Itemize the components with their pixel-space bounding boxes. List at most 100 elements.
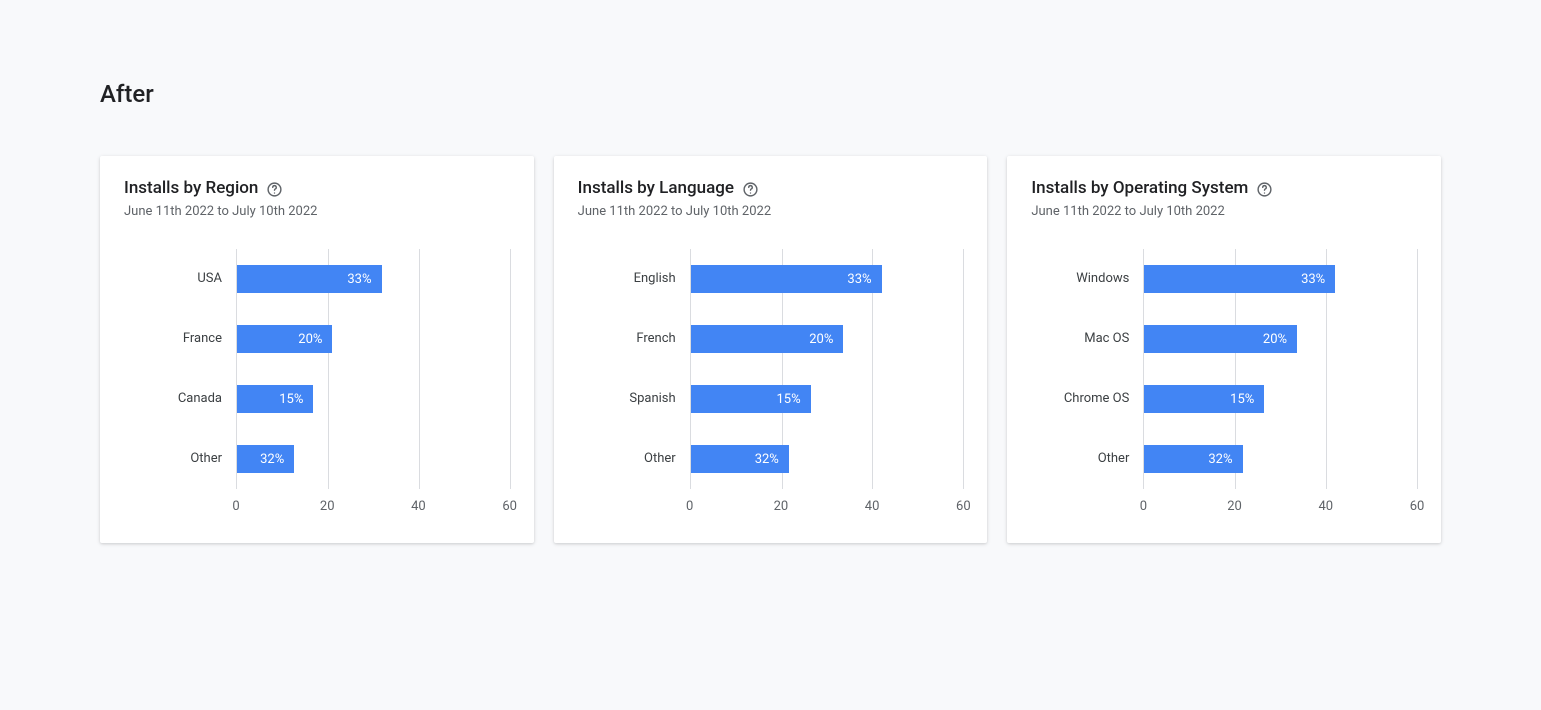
x-tick: 20 bbox=[1227, 499, 1242, 514]
x-tick: 20 bbox=[320, 499, 335, 514]
x-axis: 0 20 40 60 bbox=[578, 499, 964, 517]
y-label: Mac OS bbox=[1031, 325, 1143, 353]
y-label: France bbox=[124, 325, 236, 353]
bar: 32% bbox=[237, 445, 294, 473]
card-language: Installs by Language June 11th 2022 to J… bbox=[554, 156, 988, 543]
y-label: Spanish bbox=[578, 385, 690, 413]
x-spacer bbox=[1031, 499, 1143, 517]
bars: 33% 20% 15% 32% bbox=[691, 249, 964, 489]
y-label: Canada bbox=[124, 385, 236, 413]
x-axis: 0 20 40 60 bbox=[124, 499, 510, 517]
bars: 33% 20% 15% 32% bbox=[237, 249, 510, 489]
x-tick: 60 bbox=[1410, 499, 1425, 514]
table-row: 15% bbox=[237, 385, 510, 413]
y-label: Windows bbox=[1031, 265, 1143, 293]
bar: 33% bbox=[237, 265, 382, 293]
y-label: English bbox=[578, 265, 690, 293]
card-subtitle: June 11th 2022 to July 10th 2022 bbox=[1031, 204, 1417, 219]
chart-language: English French Spanish Other 33% 20% 15%… bbox=[578, 249, 964, 489]
bar: 20% bbox=[237, 325, 332, 353]
bar: 15% bbox=[691, 385, 811, 413]
x-tick: 40 bbox=[865, 499, 880, 514]
y-label: USA bbox=[124, 265, 236, 293]
help-icon[interactable] bbox=[1256, 181, 1273, 198]
y-label: Other bbox=[1031, 445, 1143, 473]
card-title: Installs by Operating System bbox=[1031, 178, 1248, 198]
table-row: 20% bbox=[237, 325, 510, 353]
bar-value: 33% bbox=[847, 272, 871, 287]
x-tick: 0 bbox=[232, 499, 239, 514]
table-row: 20% bbox=[691, 325, 964, 353]
card-title: Installs by Region bbox=[124, 178, 258, 198]
card-subtitle: June 11th 2022 to July 10th 2022 bbox=[578, 204, 964, 219]
bar: 20% bbox=[691, 325, 844, 353]
bars: 33% 20% 15% 32% bbox=[1144, 249, 1417, 489]
y-label: Other bbox=[124, 445, 236, 473]
table-row: 33% bbox=[1144, 265, 1417, 293]
grid-line bbox=[1417, 249, 1418, 489]
grid-line bbox=[510, 249, 511, 489]
x-spacer bbox=[124, 499, 236, 517]
bar: 32% bbox=[691, 445, 789, 473]
table-row: 32% bbox=[1144, 445, 1417, 473]
x-ticks: 0 20 40 60 bbox=[690, 499, 964, 517]
x-axis: 0 20 40 60 bbox=[1031, 499, 1417, 517]
table-row: 32% bbox=[691, 445, 964, 473]
x-tick: 40 bbox=[411, 499, 426, 514]
card-subtitle: June 11th 2022 to July 10th 2022 bbox=[124, 204, 510, 219]
bar-value: 20% bbox=[298, 332, 322, 347]
x-tick: 0 bbox=[1140, 499, 1147, 514]
bar: 15% bbox=[1144, 385, 1264, 413]
help-icon[interactable] bbox=[266, 181, 283, 198]
card-header: Installs by Operating System bbox=[1031, 178, 1417, 198]
bar: 33% bbox=[1144, 265, 1335, 293]
table-row: 33% bbox=[691, 265, 964, 293]
table-row: 33% bbox=[237, 265, 510, 293]
chart-region: USA France Canada Other 33% 20% 15% 32% bbox=[124, 249, 510, 489]
plot-area: 33% 20% 15% 32% bbox=[1143, 249, 1417, 489]
bar: 20% bbox=[1144, 325, 1297, 353]
bar-value: 32% bbox=[1208, 452, 1232, 467]
y-axis-labels: English French Spanish Other bbox=[578, 249, 690, 489]
table-row: 32% bbox=[237, 445, 510, 473]
x-tick: 0 bbox=[686, 499, 693, 514]
bar-value: 32% bbox=[260, 452, 284, 467]
x-tick: 20 bbox=[774, 499, 789, 514]
table-row: 15% bbox=[1144, 385, 1417, 413]
card-title: Installs by Language bbox=[578, 178, 734, 198]
plot-area: 33% 20% 15% 32% bbox=[690, 249, 964, 489]
bar-value: 33% bbox=[1301, 272, 1325, 287]
help-icon[interactable] bbox=[742, 181, 759, 198]
y-axis-labels: Windows Mac OS Chrome OS Other bbox=[1031, 249, 1143, 489]
x-tick: 40 bbox=[1318, 499, 1333, 514]
x-tick: 60 bbox=[502, 499, 517, 514]
bar-value: 15% bbox=[279, 392, 303, 407]
x-ticks: 0 20 40 60 bbox=[1143, 499, 1417, 517]
bar-value: 15% bbox=[1230, 392, 1254, 407]
card-os: Installs by Operating System June 11th 2… bbox=[1007, 156, 1441, 543]
bar-value: 20% bbox=[1263, 332, 1287, 347]
chart-os: Windows Mac OS Chrome OS Other 33% 20% 1… bbox=[1031, 249, 1417, 489]
x-ticks: 0 20 40 60 bbox=[236, 499, 510, 517]
card-region: Installs by Region June 11th 2022 to Jul… bbox=[100, 156, 534, 543]
grid-line bbox=[963, 249, 964, 489]
card-header: Installs by Region bbox=[124, 178, 510, 198]
y-label: Other bbox=[578, 445, 690, 473]
bar-value: 32% bbox=[755, 452, 779, 467]
cards-row: Installs by Region June 11th 2022 to Jul… bbox=[100, 156, 1441, 543]
y-label: Chrome OS bbox=[1031, 385, 1143, 413]
page-title: After bbox=[100, 80, 1441, 108]
table-row: 15% bbox=[691, 385, 964, 413]
table-row: 20% bbox=[1144, 325, 1417, 353]
bar-value: 20% bbox=[809, 332, 833, 347]
bar-value: 15% bbox=[777, 392, 801, 407]
y-label: French bbox=[578, 325, 690, 353]
bar: 15% bbox=[237, 385, 313, 413]
bar-value: 33% bbox=[347, 272, 371, 287]
x-tick: 60 bbox=[956, 499, 971, 514]
bar: 33% bbox=[691, 265, 882, 293]
y-axis-labels: USA France Canada Other bbox=[124, 249, 236, 489]
bar: 32% bbox=[1144, 445, 1242, 473]
card-header: Installs by Language bbox=[578, 178, 964, 198]
x-spacer bbox=[578, 499, 690, 517]
